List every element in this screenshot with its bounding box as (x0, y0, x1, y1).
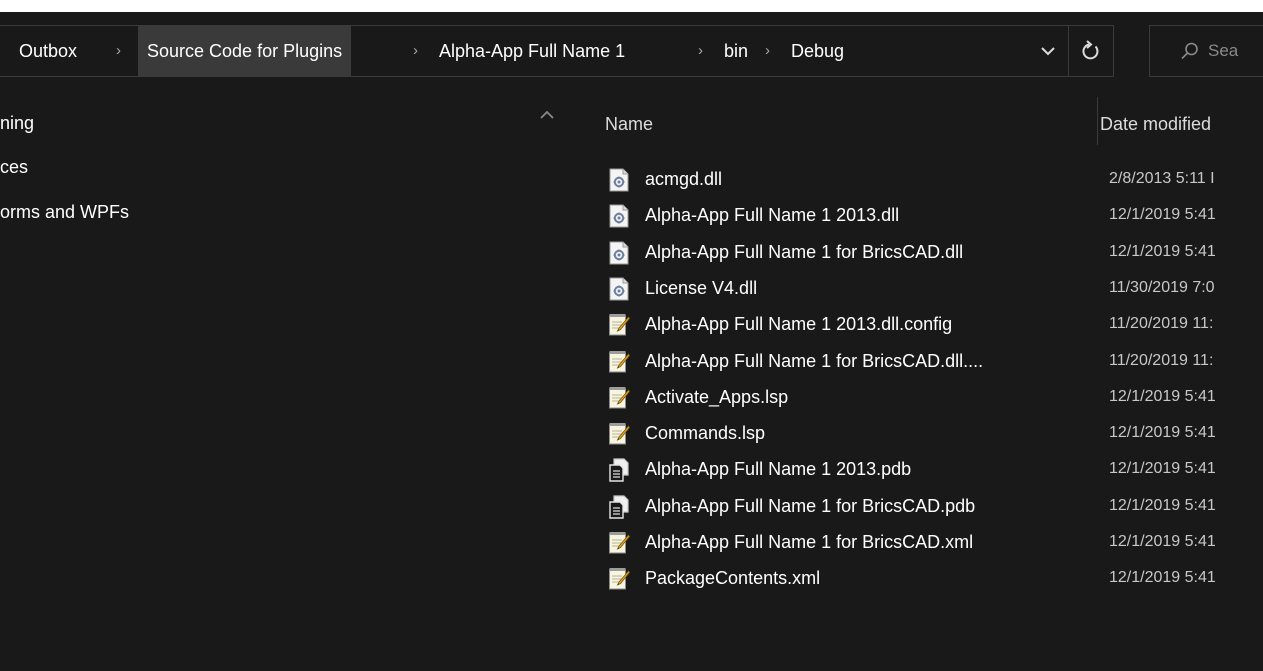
file-row[interactable]: Alpha-App Full Name 1 for BricsCAD.dll..… (567, 343, 1263, 379)
breadcrumb-bin[interactable]: bin (724, 26, 748, 76)
dll-file-icon (608, 241, 630, 265)
file-name[interactable]: Alpha-App Full Name 1 for BricsCAD.xml (645, 524, 973, 560)
address-history-dropdown[interactable] (1030, 26, 1066, 76)
file-row[interactable]: Alpha-App Full Name 1 for BricsCAD.xml 12… (567, 524, 1263, 560)
breadcrumb-separator[interactable]: › (765, 26, 770, 76)
dll-file-icon (608, 168, 630, 192)
chevron-down-icon (1041, 47, 1055, 56)
nav-item-forms-and-wpfs[interactable]: orms and WPFs (0, 198, 129, 226)
text-file-icon (608, 313, 630, 337)
text-file-icon (608, 567, 630, 591)
file-row[interactable]: PackageContents.xml 12/1/2019 5:41 (567, 560, 1263, 596)
file-row[interactable]: Alpha-App Full Name 1 2013.dll.config 11/… (567, 306, 1263, 342)
search-icon (1181, 42, 1198, 60)
breadcrumb-outbox[interactable]: Outbox (19, 26, 77, 76)
window-top-strip (0, 0, 1263, 12)
file-explorer-window: Outbox › Source Code for Plugins › Alpha… (0, 0, 1263, 671)
file-name[interactable]: License V4.dll (645, 270, 757, 306)
file-row[interactable]: Commands.lsp 12/1/2019 5:41 (567, 415, 1263, 451)
file-name[interactable]: Commands.lsp (645, 415, 765, 451)
breadcrumb-alpha-app[interactable]: Alpha-App Full Name 1 (439, 26, 625, 76)
column-header-date-modified[interactable]: Date modified (1100, 109, 1211, 139)
breadcrumb-source-code[interactable]: Source Code for Plugins (138, 26, 352, 76)
breadcrumb-separator[interactable]: › (116, 26, 121, 76)
file-name[interactable]: Alpha-App Full Name 1 2013.dll (645, 197, 899, 233)
file-date-modified: 12/1/2019 5:41 (1109, 460, 1216, 478)
pdb-file-icon (608, 458, 630, 483)
file-date-modified: 12/1/2019 5:41 (1109, 387, 1216, 405)
file-name[interactable]: Alpha-App Full Name 1 for BricsCAD.dll (645, 234, 963, 270)
breadcrumb-debug[interactable]: Debug (791, 26, 844, 76)
file-name[interactable]: Activate_Apps.lsp (645, 379, 788, 415)
breadcrumb-separator[interactable]: › (413, 26, 418, 76)
file-name[interactable]: Alpha-App Full Name 1 for BricsCAD.dll..… (645, 343, 983, 379)
refresh-icon (1082, 40, 1099, 60)
file-date-modified: 2/8/2013 5:11 I (1109, 170, 1215, 187)
navigation-pane[interactable]: ning ces orms and WPFs (0, 97, 567, 671)
address-bar[interactable]: Outbox › Source Code for Plugins › Alpha… (0, 25, 1114, 77)
file-name[interactable]: PackageContents.xml (645, 560, 820, 596)
search-placeholder: Sea (1208, 41, 1239, 60)
column-header-name[interactable]: Name (605, 109, 653, 139)
text-file-icon (608, 386, 630, 410)
file-date-modified: 11/20/2019 11: (1109, 315, 1214, 333)
dll-file-icon (608, 204, 630, 228)
column-divider[interactable] (1097, 97, 1098, 145)
file-date-modified: 12/1/2019 5:41 (1109, 206, 1216, 224)
file-name[interactable]: Alpha-App Full Name 1 2013.pdb (645, 451, 911, 487)
refresh-button[interactable] (1068, 26, 1112, 76)
dll-file-icon (608, 277, 630, 301)
file-row[interactable]: Alpha-App Full Name 1 2013.dll 12/1/2019 … (567, 197, 1263, 233)
file-row[interactable]: Alpha-App Full Name 1 for BricsCAD.pdb 12… (567, 488, 1263, 524)
file-date-modified: 11/20/2019 11: (1109, 351, 1214, 369)
file-list-pane[interactable]: Name Date modified acmgd.dll 2/8/2013 5:1… (567, 97, 1263, 671)
file-row[interactable]: acmgd.dll 2/8/2013 5:11 I (567, 161, 1263, 197)
scroll-up-button[interactable] (537, 105, 557, 125)
file-date-modified: 12/1/2019 5:41 (1109, 569, 1216, 587)
file-row[interactable]: License V4.dll 11/30/2019 7:0 (567, 270, 1263, 306)
file-date-modified: 12/1/2019 5:41 (1109, 242, 1216, 260)
chevron-up-icon (540, 110, 554, 119)
text-file-icon (608, 350, 630, 374)
file-date-modified: 12/1/2019 5:41 (1109, 424, 1216, 442)
pdb-file-icon (608, 495, 630, 519)
file-name[interactable]: acmgd.dll (645, 161, 722, 197)
breadcrumb-separator[interactable]: › (698, 26, 703, 76)
file-name[interactable]: Alpha-App Full Name 1 for BricsCAD.pdb (645, 488, 975, 524)
file-date-modified: 11/30/2019 7:0 (1109, 278, 1215, 296)
text-file-icon (608, 531, 630, 555)
file-row[interactable]: Activate_Apps.lsp 12/1/2019 5:41 (567, 379, 1263, 415)
search-box[interactable]: Sea (1149, 25, 1263, 77)
file-name[interactable]: Alpha-App Full Name 1 2013.dll.config (645, 306, 952, 342)
file-date-modified: 12/1/2019 5:41 (1109, 496, 1216, 514)
address-row: Outbox › Source Code for Plugins › Alpha… (0, 12, 1263, 97)
nav-item-ces[interactable]: ces (0, 153, 28, 181)
file-row[interactable]: Alpha-App Full Name 1 2013.pdb 12/1/2019 … (567, 451, 1263, 487)
text-file-icon (608, 422, 630, 446)
file-row[interactable]: Alpha-App Full Name 1 for BricsCAD.dll 12… (567, 234, 1263, 270)
file-date-modified: 12/1/2019 5:41 (1109, 533, 1216, 550)
nav-item-ning[interactable]: ning (0, 109, 34, 137)
